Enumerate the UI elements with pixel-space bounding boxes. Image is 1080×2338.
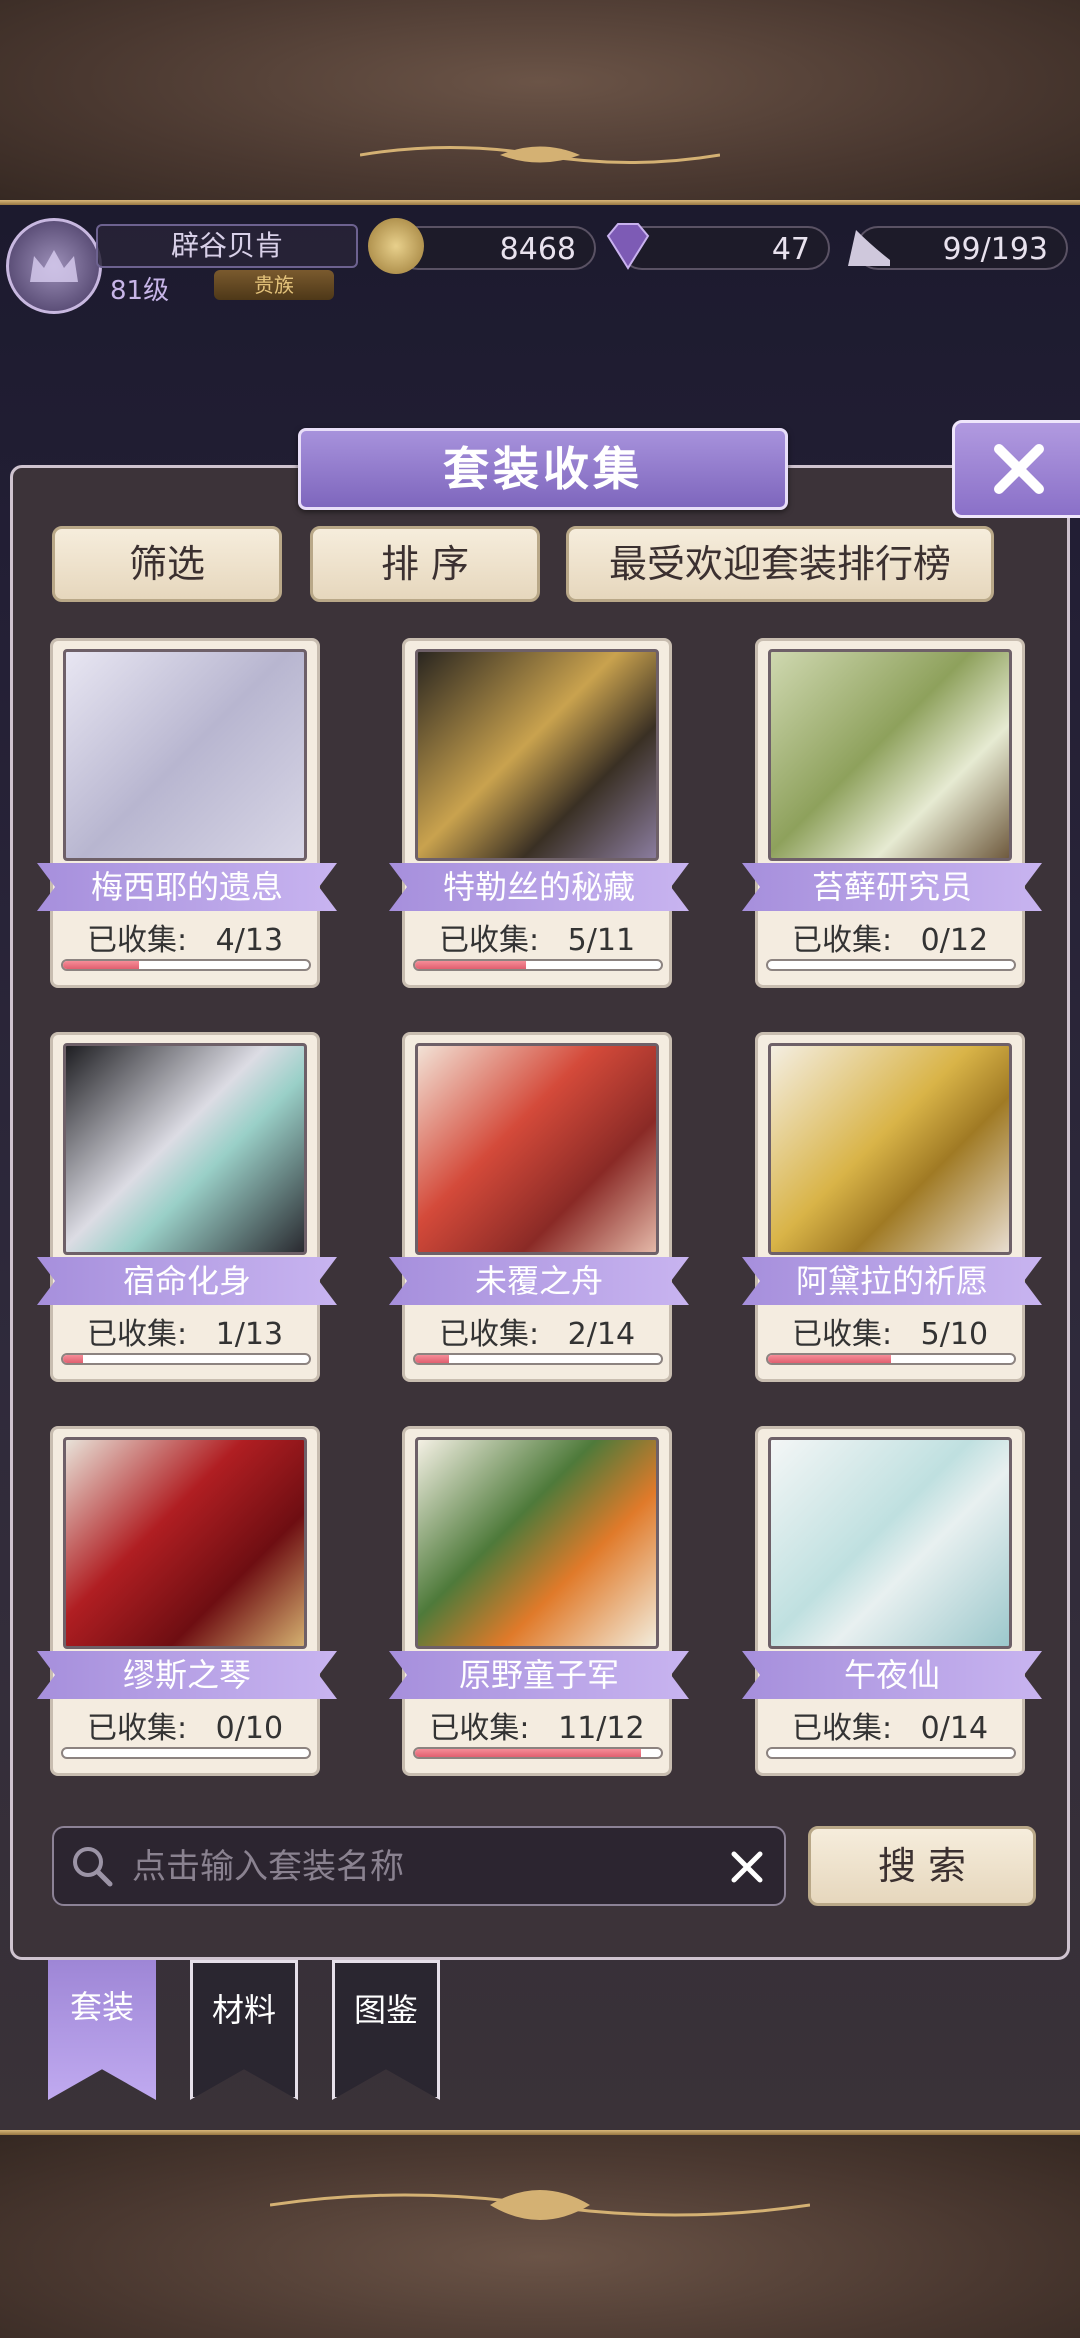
suit-card[interactable]: 阿黛拉的祈愿 已收集: 5/10 [742,1032,1042,1382]
suit-name: 未覆之舟 [389,1257,689,1305]
stamina-value: 99/193 [942,232,1048,267]
search-icon [73,1847,113,1887]
avatar[interactable] [6,218,102,314]
suit-name: 苔藓研究员 [742,863,1042,911]
suit-artwork [415,1437,659,1649]
flourish-ornament-icon [360,146,720,164]
suit-artwork [768,649,1012,861]
popular-ranking-button[interactable]: 最受欢迎套装排行榜 [566,526,994,602]
crown-icon [30,250,78,282]
gold-value: 8468 [499,232,576,267]
suit-name: 午夜仙 [742,1651,1042,1699]
player-name: 辟谷贝肯 [96,224,358,268]
progress-fill [768,1355,891,1363]
clear-icon[interactable] [730,1850,764,1884]
progress-fill [63,1355,83,1363]
progress-bar [413,959,663,971]
suit-name: 原野童子军 [389,1651,689,1699]
suit-card[interactable]: 苔藓研究员 已收集: 0/12 [742,638,1042,988]
gold-counter[interactable]: 8468 [396,226,596,270]
suit-card[interactable]: 缪斯之琴 已收集: 0/10 [37,1426,337,1776]
suit-card[interactable]: 特勒丝的秘藏 已收集: 5/11 [389,638,689,988]
progress-bar [413,1747,663,1759]
suit-card[interactable]: 梅西耶的遗息 已收集: 4/13 [37,638,337,988]
progress-fill [415,1749,642,1757]
rank-badge: 贵族 [214,270,334,300]
flourish-ornament-icon [270,2190,810,2220]
suit-name: 缪斯之琴 [37,1651,337,1699]
suit-artwork [768,1043,1012,1255]
search-bar [52,1826,786,1906]
progress-fill [415,1355,450,1363]
player-status-bar: 辟谷贝肯 81级 贵族 8468 47 99/193 [0,212,1080,314]
progress-bar [766,959,1016,971]
suit-card[interactable]: 未覆之舟 已收集: 2/14 [389,1032,689,1382]
suit-name: 阿黛拉的祈愿 [742,1257,1042,1305]
progress-bar [766,1353,1016,1365]
bottom-decor-band [0,2135,1080,2338]
panel-title: 套装收集 [298,428,788,510]
progress-bar [61,1353,311,1365]
high-heel-icon [848,230,890,266]
suit-name: 宿命化身 [37,1257,337,1305]
collected-count: 已收集: 0/14 [791,1711,989,1746]
progress-bar [413,1353,663,1365]
suit-card[interactable]: 宿命化身 已收集: 1/13 [37,1032,337,1382]
collected-count: 已收集: 0/10 [86,1711,284,1746]
search-input[interactable] [130,1838,694,1896]
progress-bar [61,959,311,971]
suit-artwork [415,1043,659,1255]
collected-count: 已收集: 5/10 [791,1317,989,1352]
close-button[interactable] [952,420,1080,518]
sort-button[interactable]: 排 序 [310,526,540,602]
collected-count: 已收集: 0/12 [791,923,989,958]
suit-card[interactable]: 午夜仙 已收集: 0/14 [742,1426,1042,1776]
suit-card[interactable]: 原野童子军 已收集: 11/12 [389,1426,689,1776]
suit-artwork [63,649,307,861]
crown-coin-icon [368,218,424,274]
diamond-value: 47 [771,232,810,267]
suit-name: 梅西耶的遗息 [37,863,337,911]
collected-count: 已收集: 4/13 [86,923,284,958]
suit-artwork [768,1437,1012,1649]
player-level: 81级 [110,276,170,306]
top-decor-band [0,0,1080,205]
collected-count: 已收集: 5/11 [438,923,636,958]
suit-artwork [415,649,659,861]
close-x-icon [994,444,1044,494]
collected-count: 已收集: 2/14 [438,1317,636,1352]
collected-count: 已收集: 11/12 [429,1711,645,1746]
progress-fill [415,961,526,969]
suit-artwork [63,1437,307,1649]
progress-fill [63,961,140,969]
filter-button[interactable]: 筛选 [52,526,282,602]
progress-bar [766,1747,1016,1759]
progress-bar [61,1747,311,1759]
collected-count: 已收集: 1/13 [86,1317,284,1352]
diamond-icon [606,223,650,270]
suit-artwork [63,1043,307,1255]
suit-name: 特勒丝的秘藏 [389,863,689,911]
search-button[interactable]: 搜 索 [808,1826,1036,1906]
